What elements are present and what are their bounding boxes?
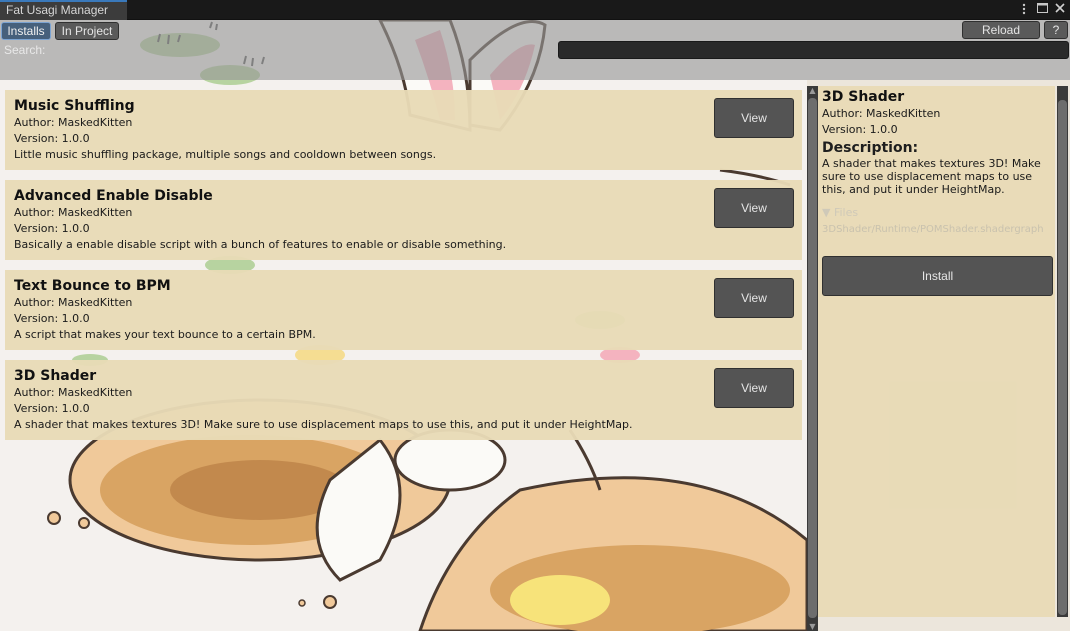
- detail-title: 3D Shader: [822, 89, 905, 105]
- scroll-down-icon[interactable]: ▼: [807, 622, 818, 631]
- close-icon[interactable]: [1054, 2, 1066, 16]
- scroll-up-icon[interactable]: ▲: [807, 86, 818, 95]
- description-heading: Description:: [822, 140, 919, 156]
- more-icon[interactable]: [1018, 2, 1030, 16]
- package-version: Version: 1.0.0: [14, 222, 90, 235]
- package-version: Version: 1.0.0: [14, 132, 90, 145]
- install-button[interactable]: Install: [822, 256, 1053, 296]
- package-card: 3D Shader Author: MaskedKitten Version: …: [5, 360, 802, 440]
- view-button[interactable]: View: [714, 368, 794, 408]
- package-description: Basically a enable disable script with a…: [14, 238, 507, 251]
- tab-installs[interactable]: Installs: [1, 22, 51, 40]
- detail-scrollbar[interactable]: [1057, 86, 1068, 617]
- package-description: Little music shuffling package, multiple…: [14, 148, 437, 161]
- view-button[interactable]: View: [714, 278, 794, 318]
- package-author: Author: MaskedKitten: [14, 296, 133, 309]
- package-author: Author: MaskedKitten: [14, 116, 133, 129]
- detail-scroll-thumb[interactable]: [1058, 100, 1067, 615]
- view-button[interactable]: View: [714, 188, 794, 228]
- package-version: Version: 1.0.0: [14, 312, 90, 325]
- package-version: Version: 1.0.0: [14, 402, 90, 415]
- reload-button[interactable]: Reload: [962, 21, 1040, 39]
- foldout-arrow-icon: ▼: [822, 206, 831, 219]
- detail-description: A shader that makes textures 3D! Make su…: [822, 157, 1041, 196]
- package-name: 3D Shader: [14, 368, 97, 384]
- maximize-icon[interactable]: [1036, 2, 1048, 16]
- files-foldout[interactable]: ▼ Files: [822, 206, 1051, 220]
- package-description: A shader that makes textures 3D! Make su…: [14, 418, 633, 431]
- file-path: 3DShader/Runtime/POMShader.shadergraph: [822, 224, 1044, 235]
- search-input[interactable]: [558, 41, 1069, 59]
- window-controls: [1018, 2, 1066, 16]
- package-card: Advanced Enable Disable Author: MaskedKi…: [5, 180, 802, 260]
- search-label: Search:: [4, 43, 46, 57]
- package-card: Music Shuffling Author: MaskedKitten Ver…: [5, 90, 802, 170]
- package-author: Author: MaskedKitten: [14, 386, 133, 399]
- toolbar: Installs In Project Reload ? Search:: [0, 20, 1070, 80]
- detail-panel: 3D Shader Author: MaskedKitten Version: …: [818, 86, 1055, 617]
- detail-author: Author: MaskedKitten: [822, 107, 941, 120]
- list-scrollbar[interactable]: ▲ ▼: [807, 86, 818, 631]
- package-card: Text Bounce to BPM Author: MaskedKitten …: [5, 270, 802, 350]
- detail-version: Version: 1.0.0: [822, 123, 898, 136]
- package-name: Music Shuffling: [14, 98, 135, 114]
- package-name: Text Bounce to BPM: [14, 278, 171, 294]
- window-tab-title[interactable]: Fat Usagi Manager: [0, 0, 127, 20]
- files-label: Files: [833, 206, 859, 219]
- view-button[interactable]: View: [714, 98, 794, 138]
- title-bar: Fat Usagi Manager: [0, 0, 1070, 20]
- help-button[interactable]: ?: [1044, 21, 1068, 39]
- list-scroll-thumb[interactable]: [808, 98, 817, 618]
- package-author: Author: MaskedKitten: [14, 206, 133, 219]
- tab-in-project[interactable]: In Project: [55, 22, 119, 40]
- package-name: Advanced Enable Disable: [14, 188, 213, 204]
- package-description: A script that makes your text bounce to …: [14, 328, 316, 341]
